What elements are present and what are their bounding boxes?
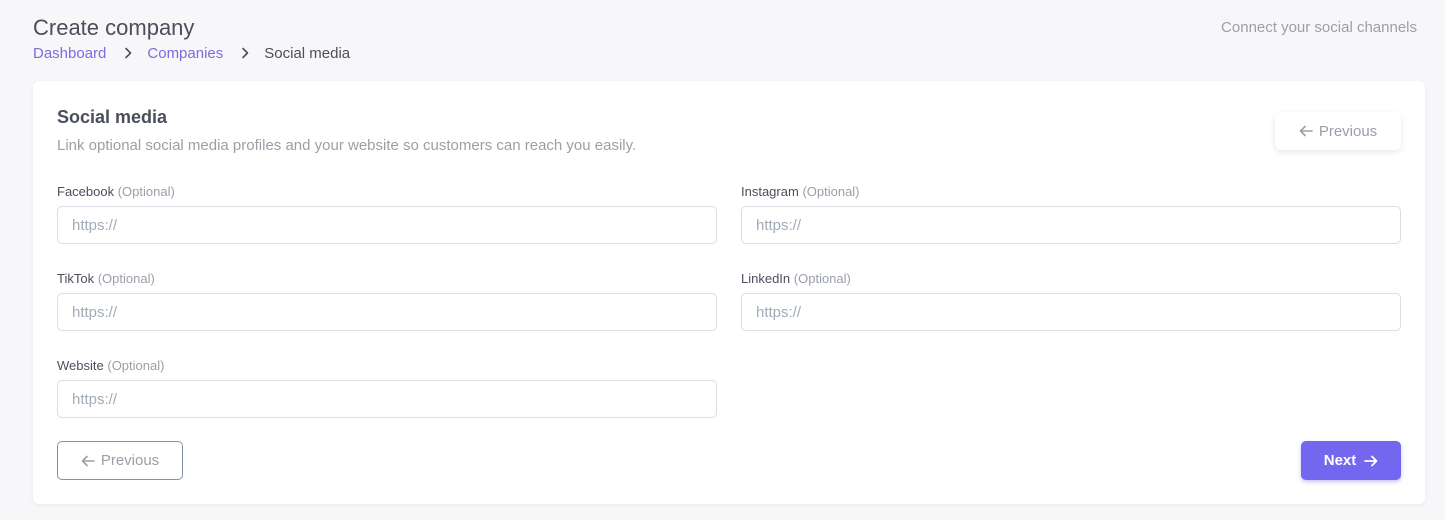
linkedin-field: LinkedIn (Optional) bbox=[741, 271, 1401, 331]
facebook-label: Facebook (Optional) bbox=[57, 184, 717, 199]
instagram-label-text: Instagram bbox=[741, 184, 799, 199]
arrow-right-icon bbox=[1364, 455, 1378, 467]
instagram-label: Instagram (Optional) bbox=[741, 184, 1401, 199]
tiktok-label-text: TikTok bbox=[57, 271, 95, 286]
website-field: Website (Optional) bbox=[57, 358, 717, 418]
top-previous-label: Previous bbox=[1318, 122, 1378, 140]
tiktok-input[interactable] bbox=[57, 293, 717, 331]
social-media-card: Social media Link optional social media … bbox=[33, 81, 1425, 504]
next-button[interactable]: Next bbox=[1301, 441, 1401, 480]
arrow-left-icon bbox=[1299, 125, 1313, 137]
instagram-optional-text: (Optional) bbox=[802, 184, 860, 199]
breadcrumb-companies-link[interactable]: Companies bbox=[147, 45, 223, 62]
tiktok-field: TikTok (Optional) bbox=[57, 271, 717, 331]
tiktok-optional-text: (Optional) bbox=[97, 271, 155, 286]
previous-button[interactable]: Previous bbox=[57, 441, 183, 480]
breadcrumb-dashboard-link[interactable]: Dashboard bbox=[33, 45, 106, 62]
tiktok-label: TikTok (Optional) bbox=[57, 271, 717, 286]
instagram-input[interactable] bbox=[741, 206, 1401, 244]
page: Create company Dashboard Companies Socia… bbox=[0, 0, 1445, 520]
chevron-right-icon bbox=[124, 46, 133, 62]
card-title: Social media bbox=[57, 107, 168, 127]
next-label: Next bbox=[1323, 452, 1357, 469]
facebook-label-text: Facebook bbox=[57, 184, 115, 199]
instagram-field: Instagram (Optional) bbox=[741, 184, 1401, 244]
facebook-optional-text: (Optional) bbox=[117, 184, 175, 199]
previous-label: Previous bbox=[100, 452, 160, 469]
breadcrumb: Dashboard Companies Social media bbox=[33, 45, 350, 62]
breadcrumb-current: Social media bbox=[264, 45, 351, 62]
website-label-text: Website bbox=[57, 358, 104, 373]
chevron-right-icon bbox=[241, 46, 250, 62]
facebook-field: Facebook (Optional) bbox=[57, 184, 717, 244]
header-note: Connect your social channels bbox=[1221, 19, 1417, 36]
website-label: Website (Optional) bbox=[57, 358, 717, 373]
page-title: Create company bbox=[33, 15, 195, 40]
linkedin-label-text: LinkedIn bbox=[741, 271, 791, 286]
top-previous-button[interactable]: Previous bbox=[1275, 112, 1401, 150]
linkedin-optional-text: (Optional) bbox=[793, 271, 851, 286]
linkedin-label: LinkedIn (Optional) bbox=[741, 271, 1401, 286]
website-input[interactable] bbox=[57, 380, 717, 418]
arrow-left-icon bbox=[81, 455, 95, 467]
website-optional-text: (Optional) bbox=[107, 358, 165, 373]
linkedin-input[interactable] bbox=[741, 293, 1401, 331]
facebook-input[interactable] bbox=[57, 206, 717, 244]
card-subtitle: Link optional social media profiles and … bbox=[57, 137, 637, 154]
